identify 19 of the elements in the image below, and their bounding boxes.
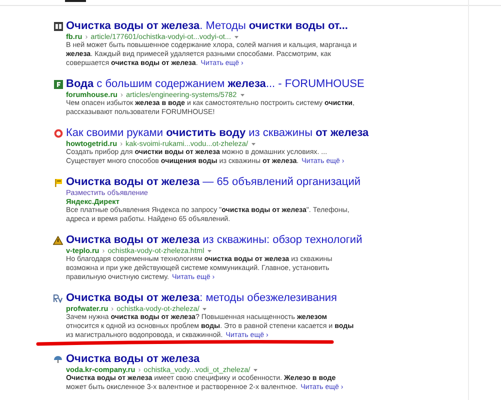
caret-icon[interactable] bbox=[250, 142, 256, 146]
caret-icon[interactable] bbox=[240, 92, 245, 96]
result-title-link[interactable]: Очистка воды от железа. Методы очистки воды от... bbox=[66, 20, 348, 32]
warning-triangle-icon bbox=[53, 236, 63, 245]
letter-tile-icon bbox=[54, 80, 62, 89]
caret-icon[interactable] bbox=[207, 248, 212, 252]
umbrella-icon bbox=[53, 355, 63, 364]
caret-icon[interactable] bbox=[202, 306, 208, 310]
result-title-link[interactable]: Очистка воды от железа — 65 объявлений организаций bbox=[66, 176, 361, 188]
result-title-link[interactable]: Как своими руками очистить воду из скважины от железа bbox=[66, 127, 369, 139]
ring-icon bbox=[54, 129, 62, 138]
caret-icon[interactable] bbox=[234, 34, 239, 38]
result-title-link[interactable]: Очистка воды от железа из скважины: обзор технологий bbox=[66, 234, 362, 246]
result-title-link[interactable]: Вода с большим содержанием железа... - FORUMHOUSE bbox=[66, 78, 364, 90]
active-tab-indicator bbox=[65, 0, 86, 2]
result-title-link[interactable]: Очистка воды от железа: методы обезжелезивания bbox=[66, 292, 337, 304]
flag-icon bbox=[54, 178, 62, 187]
result-title-link[interactable]: Очистка воды от железа bbox=[66, 353, 200, 365]
caret-icon[interactable] bbox=[253, 368, 258, 372]
